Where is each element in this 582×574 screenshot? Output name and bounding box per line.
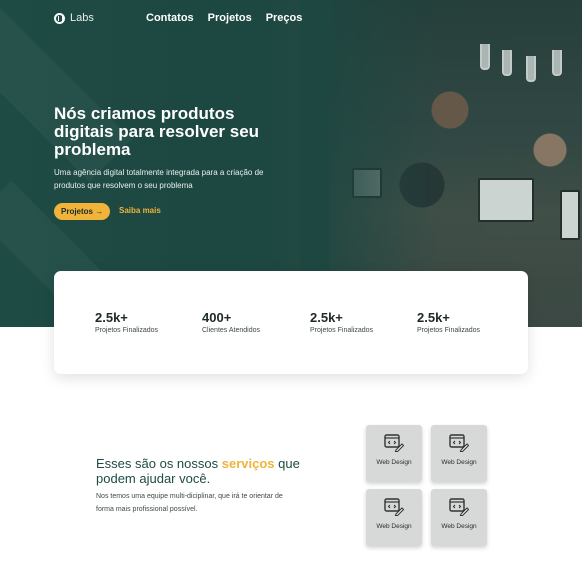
laptop-image [560,190,580,240]
stat-item: 2.5k+ Projetos Finalizados [310,310,374,335]
service-tile-label: Web Design [441,523,477,530]
web-design-icon [449,434,469,452]
stat-value: 400+ [202,310,232,325]
service-tile-web-design[interactable]: Web Design [366,425,422,482]
logo-icon [54,12,65,24]
services-description: Nos temos uma equipe multi-diciplinar, q… [96,493,283,513]
hero-headline: Nós criamos produtos digitais para resol… [54,104,260,159]
web-design-icon [384,498,404,516]
stats-card: 2.5k+ Projetos Finalizados 400+ Clientes… [54,271,528,374]
services-title-highlight: serviços [221,456,275,471]
nav-item-projetos[interactable]: Projetos [208,12,252,24]
service-tile-web-design[interactable]: Web Design [366,489,422,546]
service-tile-web-design[interactable]: Web Design [431,489,487,546]
service-tile-label: Web Design [376,523,412,530]
web-design-icon [449,498,469,516]
stat-value: 2.5k+ [310,310,343,325]
stat-label: Projetos Finalizados [417,327,481,334]
service-tile-label: Web Design [376,459,412,466]
stat-label: Projetos Finalizados [310,327,374,334]
service-tile-web-design[interactable]: Web Design [431,425,487,482]
stat-item: 2.5k+ Projetos Finalizados [95,310,159,335]
main-nav: Contatos Projetos Preços [146,12,302,24]
service-tile-label: Web Design [441,459,477,466]
logo-text: Labs [70,12,94,24]
stat-value: 2.5k+ [95,310,128,325]
web-design-icon [384,434,404,452]
logo[interactable]: Labs [54,12,94,24]
nav-item-contatos[interactable]: Contatos [146,12,194,24]
projetos-button[interactable]: Projetos → [54,203,111,220]
services-title-start: Esses são os nossos [96,456,222,471]
stat-label: Projetos Finalizados [95,327,159,334]
saiba-mais-link[interactable]: Saiba mais [119,206,161,215]
nav-item-precos[interactable]: Preços [266,12,303,24]
hero-subtext: Uma agência digital totalmente integrada… [54,168,264,190]
laptop-image [478,178,534,222]
stat-item: 2.5k+ Projetos Finalizados [417,310,481,335]
stat-item: 400+ Clientes Atendidos [202,310,260,335]
stat-label: Clientes Atendidos [202,327,260,334]
stat-value: 2.5k+ [417,310,450,325]
services-title: Esses são os nossos serviços que podem a… [96,456,306,486]
